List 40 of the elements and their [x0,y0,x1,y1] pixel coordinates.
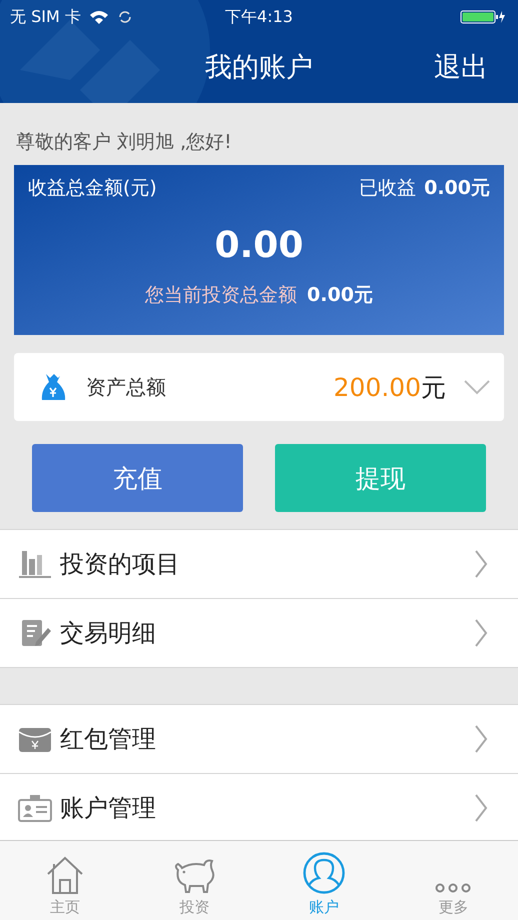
tab-label: 账户 [308,898,339,917]
status-time: 下午4:13 [225,6,293,28]
total-assets-row[interactable]: 资产总额 200.00元 [14,353,504,421]
menu-label: 账户管理 [60,793,157,824]
logout-button[interactable]: 退出 [434,49,488,85]
carrier-label: 无 SIM 卡 [10,6,81,28]
tab-label: 更多 [438,898,468,917]
page-title: 我的账户 [205,51,313,85]
menu-label: 红包管理 [60,724,157,755]
assets-label: 资产总额 [86,374,167,400]
menu-item[interactable]: 投资的项目 [0,530,518,599]
home-icon [44,856,85,894]
menu-item[interactable]: 交易明细 [0,599,518,667]
recharge-button[interactable]: 充值 [32,444,243,512]
menu-item[interactable]: 账户管理 [0,774,518,842]
menu-item[interactable]: 红包管理 [0,705,518,774]
chevron-right-icon [474,618,488,648]
total-earnings: 0.00 [214,225,304,266]
battery-icon [460,9,508,25]
menu-label: 投资的项目 [60,549,181,580]
buildings-icon [18,549,52,579]
assets-amount: 200.00 [334,372,421,402]
invested-label: 您当前投资总金额 [145,283,298,308]
more-icon [434,882,472,894]
user-icon [302,852,345,894]
tab-label: 投资 [179,898,210,917]
assets-unit: 元 [421,372,446,402]
earnings-label: 收益总金额(元) [28,176,157,201]
earned-label: 已收益 [359,176,416,201]
greeting-text: 尊敬的客户 刘明旭 ,您好! [15,130,233,155]
id-card-icon [18,793,52,823]
menu-label: 交易明细 [60,618,157,649]
earned-value: 0.00元 [424,176,490,201]
invested-value: 0.00元 [307,283,373,308]
wifi-icon [88,10,109,24]
sync-icon [116,9,133,25]
tab-label: 主页 [50,898,80,917]
chevron-right-icon [474,549,488,579]
chevron-right-icon [474,793,488,823]
chevron-right-icon [474,724,488,754]
